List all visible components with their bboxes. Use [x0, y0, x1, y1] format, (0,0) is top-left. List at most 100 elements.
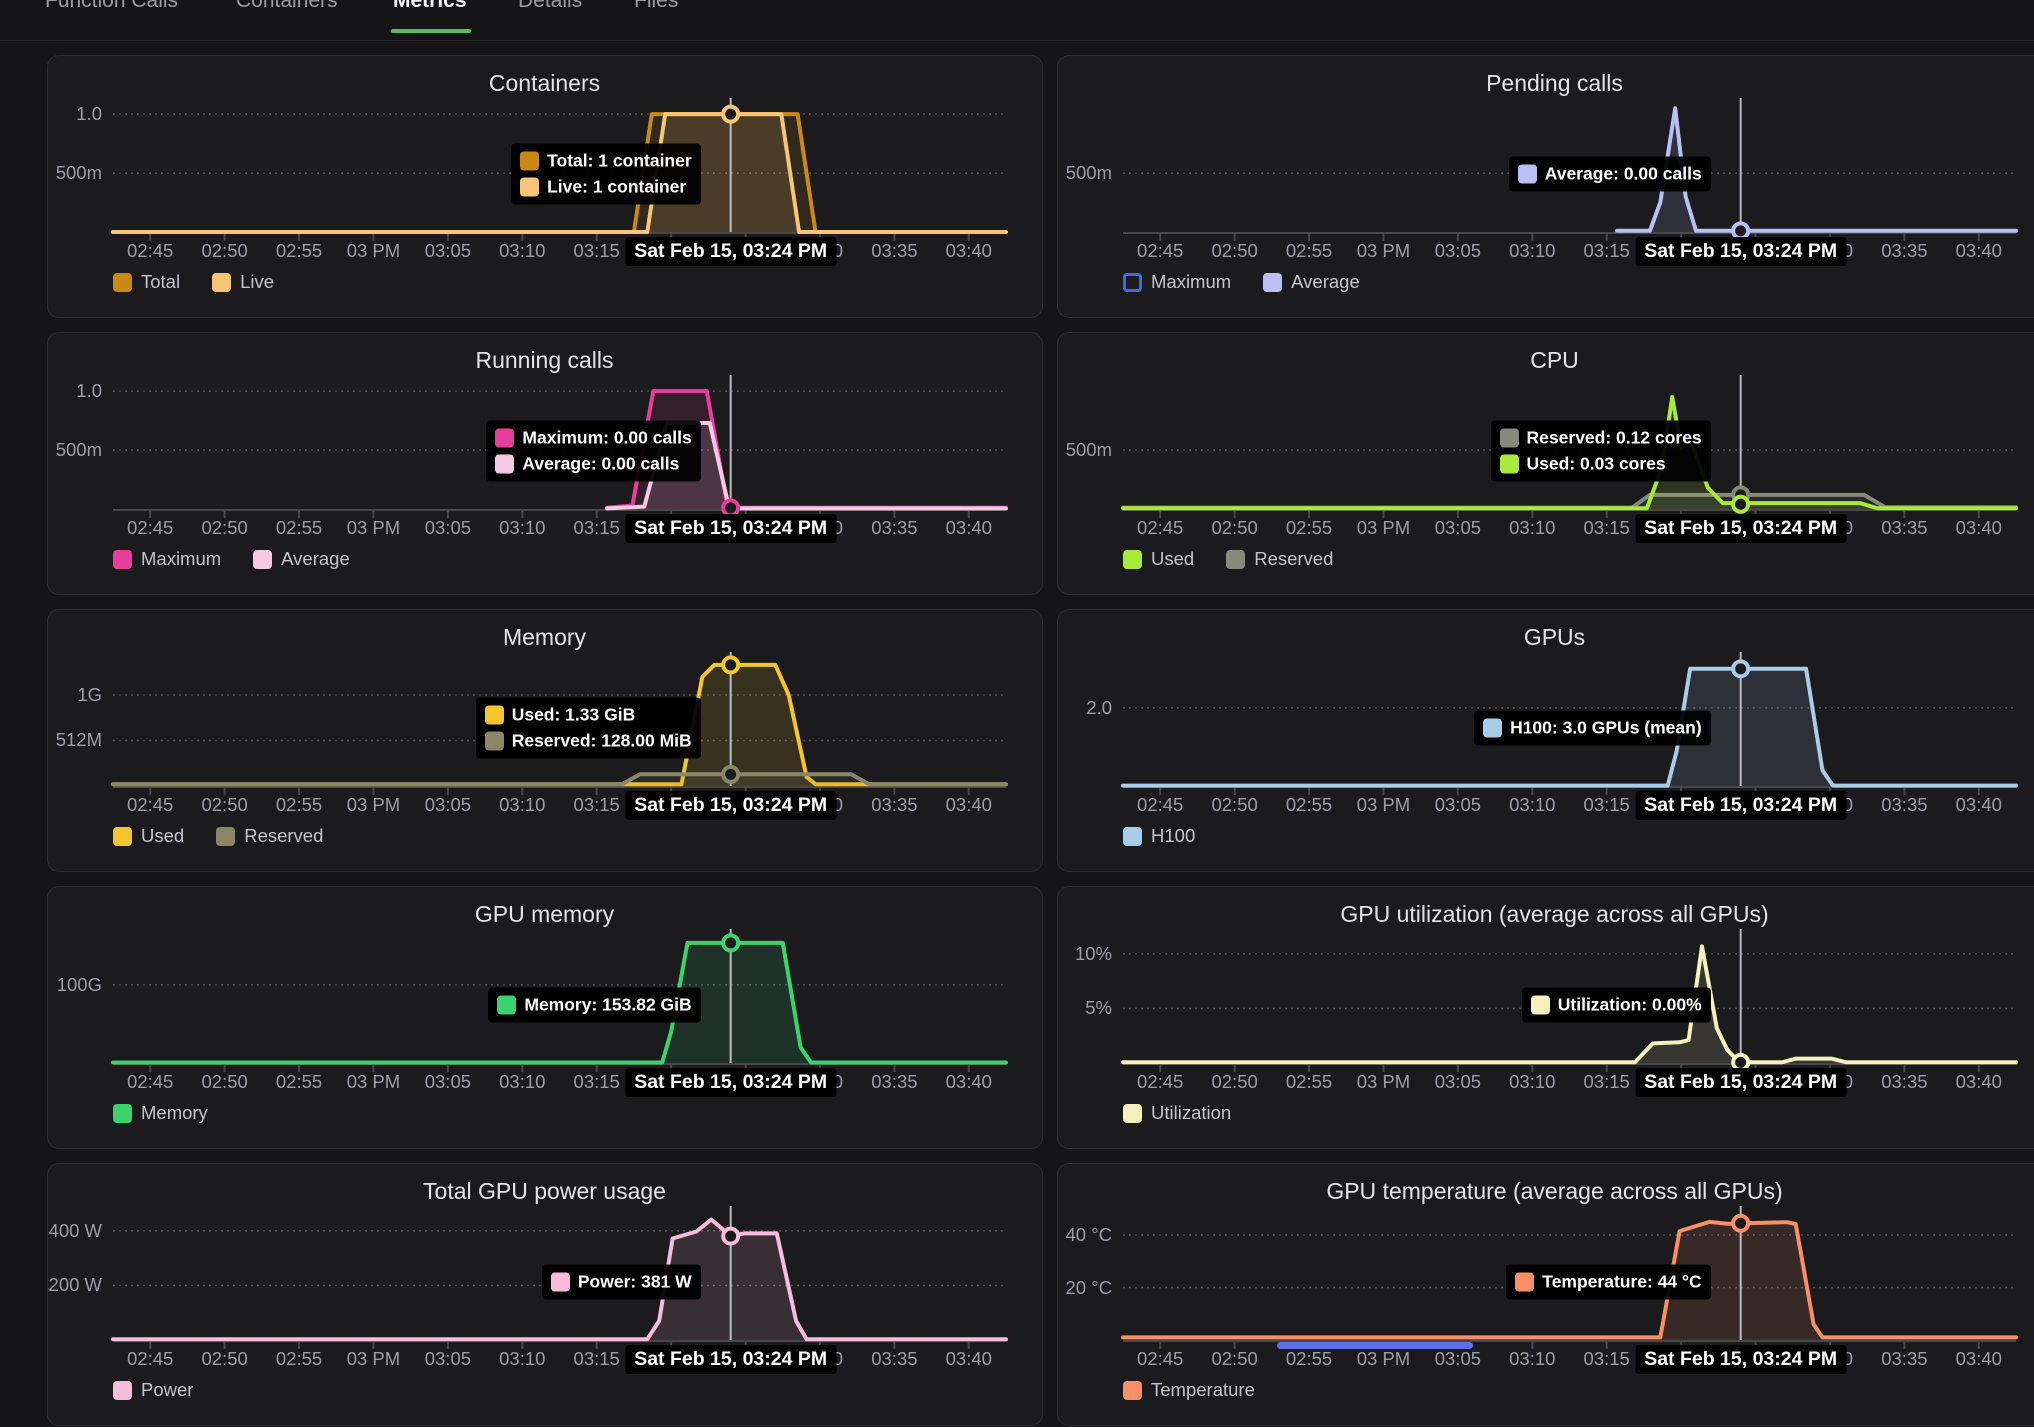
chart-card-gpu-power: Total GPU power usage400 W200 W02:4502:5… [47, 1163, 1043, 1426]
series-tooltip: Total: 1 containerLive: 1 container [511, 144, 701, 205]
tooltip-entry: Used: 1.33 GiB [485, 705, 692, 726]
x-axis-label: 03 PM [347, 1071, 400, 1093]
legend-item-memory[interactable]: Memory [113, 1102, 208, 1124]
series-color-swatch [1500, 455, 1519, 474]
crosshair-date-tooltip: Sat Feb 15, 03:24 PM [625, 791, 836, 820]
legend-item-average[interactable]: Average [1263, 271, 1360, 293]
tooltip-text: Total: 1 container [547, 151, 692, 172]
y-axis-label: 400 W [48, 1220, 102, 1242]
x-axis-label: 03:15 [574, 1348, 620, 1370]
legend-label: Utilization [1151, 1102, 1231, 1124]
legend-color-swatch [1123, 550, 1142, 569]
x-axis-label: 03:10 [1509, 517, 1555, 539]
legend-item-reserved[interactable]: Reserved [1226, 548, 1333, 570]
chart-legend: Power [113, 1379, 193, 1401]
legend-item-maximum[interactable]: Maximum [113, 548, 221, 570]
tooltip-entry: Memory: 153.82 GiB [497, 995, 691, 1016]
x-axis-label: 02:55 [276, 1348, 322, 1370]
active-tab-underline [391, 29, 471, 33]
series-line-reserved [113, 774, 1006, 784]
x-axis-label: 03:40 [946, 240, 992, 262]
y-axis-label: 20 °C [1058, 1277, 1112, 1299]
legend-item-power[interactable]: Power [113, 1379, 193, 1401]
tooltip-text: Maximum: 0.00 calls [522, 428, 691, 449]
tooltip-text: Power: 381 W [578, 1272, 692, 1293]
y-axis-label: 2.0 [1058, 697, 1112, 719]
chart-legend: Maximum Average [1123, 271, 1360, 293]
legend-item-utilization[interactable]: Utilization [1123, 1102, 1231, 1124]
series-color-swatch [495, 455, 514, 474]
tooltip-entry: Reserved: 0.12 cores [1500, 428, 1702, 449]
legend-item-maximum[interactable]: Maximum [1123, 271, 1231, 293]
series-line-reserved [1123, 495, 2016, 508]
legend-label: Used [141, 825, 184, 847]
tooltip-entry: Average: 0.00 calls [1518, 164, 1702, 185]
legend-item-temperature[interactable]: Temperature [1123, 1379, 1255, 1401]
legend-label: H100 [1151, 825, 1195, 847]
x-axis-label: 03:05 [1435, 517, 1481, 539]
x-axis-label: 03:15 [574, 794, 620, 816]
y-axis-label: 512M [48, 729, 102, 751]
legend-color-swatch [113, 1381, 132, 1400]
legend-color-swatch [1263, 273, 1282, 292]
x-axis-label: 03 PM [1357, 517, 1410, 539]
chart-legend: Used Reserved [113, 825, 323, 847]
legend-item-average[interactable]: Average [253, 548, 350, 570]
legend-label: Average [281, 548, 350, 570]
legend-item-h100[interactable]: H100 [1123, 825, 1195, 847]
x-axis-label: 03:40 [1956, 240, 2002, 262]
y-axis-label: 1.0 [48, 380, 102, 402]
legend-item-total[interactable]: Total [113, 271, 180, 293]
legend-item-live[interactable]: Live [212, 271, 274, 293]
legend-item-used[interactable]: Used [113, 825, 184, 847]
x-axis-label: 03 PM [1357, 1348, 1410, 1370]
tab-function-calls[interactable]: Function Calls [45, 0, 178, 13]
chart-card-gpu-memory: GPU memory100G02:4502:5002:5503 PM03:050… [47, 886, 1043, 1149]
legend-label: Reserved [1254, 548, 1333, 570]
x-axis-label: 02:50 [201, 794, 247, 816]
x-axis-label: 02:45 [1137, 1071, 1183, 1093]
x-axis-label: 02:45 [127, 240, 173, 262]
legend-color-swatch [1226, 550, 1245, 569]
x-axis-label: 03:10 [1509, 1071, 1555, 1093]
x-axis-label: 02:50 [201, 1071, 247, 1093]
chart-card-memory: Memory1G512M02:4502:5002:5503 PM03:0503:… [47, 609, 1043, 872]
legend-color-swatch [216, 827, 235, 846]
legend-item-reserved[interactable]: Reserved [216, 825, 323, 847]
legend-item-used[interactable]: Used [1123, 548, 1194, 570]
series-color-swatch [485, 706, 504, 725]
crosshair-date-tooltip: Sat Feb 15, 03:24 PM [1635, 791, 1846, 820]
x-axis-label: 03:40 [946, 794, 992, 816]
tab-containers[interactable]: Containers [236, 0, 338, 13]
x-axis-label: 03:15 [574, 517, 620, 539]
x-axis-label: 02:55 [1286, 240, 1332, 262]
tooltip-entry: H100: 3.0 GPUs (mean) [1483, 718, 1702, 739]
series-tooltip: Temperature: 44 °C [1506, 1265, 1710, 1300]
x-axis-label: 02:55 [276, 517, 322, 539]
crosshair-date-tooltip: Sat Feb 15, 03:24 PM [625, 1068, 836, 1097]
tooltip-text: Used: 0.03 cores [1527, 454, 1666, 475]
horizontal-scrollbar-thumb[interactable] [1277, 1342, 1473, 1349]
crosshair-date-tooltip: Sat Feb 15, 03:24 PM [1635, 1345, 1846, 1374]
tab-details[interactable]: Details [518, 0, 582, 13]
chart-legend: Memory [113, 1102, 208, 1124]
x-axis-label: 03:40 [1956, 1071, 2002, 1093]
x-axis-label: 02:45 [127, 794, 173, 816]
tab-metrics[interactable]: Metrics [393, 0, 467, 13]
x-axis-label: 03:10 [1509, 1348, 1555, 1370]
x-axis-label: 02:55 [276, 1071, 322, 1093]
y-axis-label: 5% [1058, 997, 1112, 1019]
series-color-swatch [1515, 1273, 1534, 1292]
data-point-marker [723, 657, 738, 672]
x-axis-label: 03:05 [425, 240, 471, 262]
data-point-marker [723, 1229, 738, 1244]
tab-files[interactable]: Files [634, 0, 678, 13]
x-axis-label: 03:15 [1584, 1348, 1630, 1370]
legend-label: Temperature [1151, 1379, 1255, 1401]
legend-color-swatch [212, 273, 231, 292]
data-point-marker [1733, 497, 1748, 512]
x-axis-label: 03:40 [1956, 1348, 2002, 1370]
x-axis-label: 03:15 [574, 240, 620, 262]
tooltip-text: Memory: 153.82 GiB [524, 995, 691, 1016]
x-axis-label: 03:05 [1435, 240, 1481, 262]
